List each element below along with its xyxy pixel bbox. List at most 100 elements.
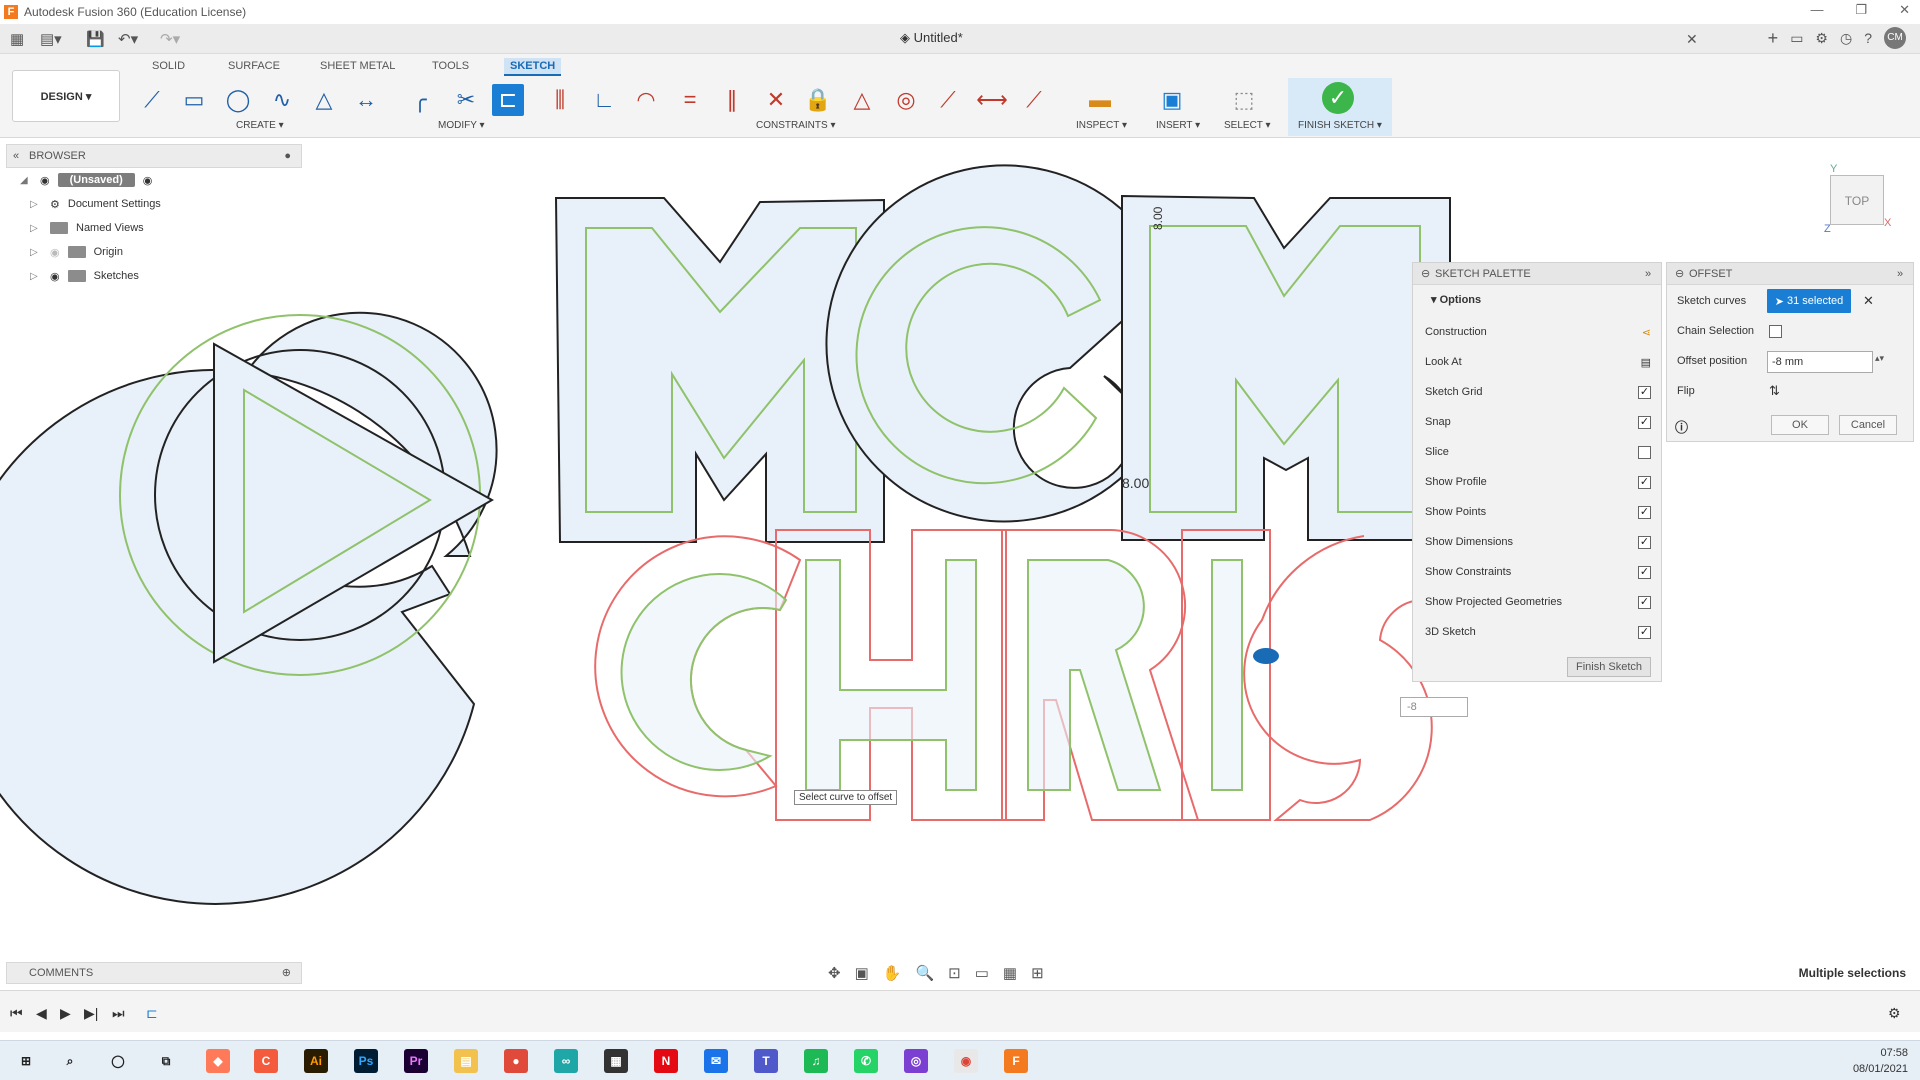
new-tab-icon[interactable]: +	[1768, 28, 1779, 49]
expand-triangle-icon[interactable]: ▷	[30, 271, 42, 282]
cortana-icon[interactable]: ◯	[106, 1049, 130, 1073]
browser-pin-icon[interactable]: ●	[284, 150, 291, 162]
sketch-palette-header[interactable]: ⊖ SKETCH PALETTE »	[1413, 263, 1661, 285]
options-section-toggle[interactable]: ▾ Options	[1413, 285, 1661, 313]
undo-icon[interactable]: ↶▾	[118, 30, 138, 48]
browser-item-named-views[interactable]: ▷ Named Views	[30, 218, 144, 238]
symmetry-icon[interactable]: △	[846, 84, 878, 116]
expand-triangle-icon[interactable]: ▷	[30, 223, 42, 234]
group-inspect[interactable]: INSPECT ▾	[1076, 120, 1127, 131]
illustrator-icon[interactable]: Ai	[304, 1049, 328, 1073]
concentric-icon[interactable]: ◎	[890, 84, 922, 116]
3d-sketch-checkbox[interactable]: ✓	[1638, 625, 1651, 639]
redo-icon[interactable]: ↷▾	[160, 30, 180, 48]
browser-collapse-icon[interactable]: «	[13, 150, 19, 162]
tab-tools[interactable]: TOOLS	[426, 58, 475, 74]
show-constraints-checkbox[interactable]: ✓	[1638, 565, 1651, 579]
tangent-icon[interactable]: ◠	[630, 84, 662, 116]
collapse-triangle-icon[interactable]: ◢	[20, 175, 32, 186]
perpendicular-icon[interactable]: ∟	[588, 84, 620, 116]
fusion-taskbar-icon[interactable]: F	[1004, 1049, 1028, 1073]
app-icon-3[interactable]: ●	[504, 1049, 528, 1073]
show-projected-checkbox[interactable]: ✓	[1638, 595, 1651, 609]
break-tool-icon[interactable]: ⫼	[544, 84, 576, 116]
group-finish-sketch[interactable]: FINISH SKETCH ▾	[1298, 120, 1382, 131]
pan-icon[interactable]: ✋	[883, 964, 902, 982]
sketch-curves-selection[interactable]: ➤ 31 selected	[1767, 289, 1851, 313]
windows-start-icon[interactable]: ⊞	[14, 1049, 38, 1073]
notifications-icon[interactable]: ◷	[1840, 30, 1852, 47]
fit-icon[interactable]: ⊡	[948, 964, 961, 982]
option-show-profile[interactable]: Show Profile ✓	[1425, 467, 1651, 497]
offset-position-input[interactable]	[1767, 351, 1873, 373]
visibility-eye-icon[interactable]: ◉	[40, 174, 50, 187]
group-create[interactable]: CREATE ▾	[236, 120, 284, 131]
finish-sketch-check-icon[interactable]: ✓	[1322, 82, 1354, 114]
spotify-icon[interactable]: ♫	[804, 1049, 828, 1073]
show-points-checkbox[interactable]: ✓	[1638, 505, 1651, 519]
fillet-tool-icon[interactable]: ╭	[404, 84, 436, 116]
step-back-icon[interactable]: ◀	[36, 1005, 47, 1022]
show-profile-checkbox[interactable]: ✓	[1638, 475, 1651, 489]
fix-icon[interactable]: 🔒	[802, 84, 834, 116]
insert-image-icon[interactable]: ▣	[1156, 84, 1188, 116]
browser-root-row[interactable]: ◢ ◉ (Unsaved) ◉	[20, 170, 152, 190]
select-icon[interactable]: ⬚	[1228, 84, 1260, 116]
app-icon-4[interactable]: ∞	[554, 1049, 578, 1073]
show-dimensions-checkbox[interactable]: ✓	[1638, 535, 1651, 549]
timeline-settings-gear-icon[interactable]: ⚙	[1888, 1005, 1901, 1022]
search-icon[interactable]: ⌕	[58, 1049, 82, 1073]
option-show-projected[interactable]: Show Projected Geometries ✓	[1425, 587, 1651, 617]
browser-panel-header[interactable]: « BROWSER ●	[6, 144, 302, 168]
orbit-icon[interactable]: ✥	[828, 964, 841, 982]
browser-item-origin[interactable]: ▷ ◉ Origin	[30, 242, 123, 262]
option-show-points[interactable]: Show Points ✓	[1425, 497, 1651, 527]
mirror-constraint-icon[interactable]: ⟷	[976, 84, 1008, 116]
group-insert[interactable]: INSERT ▾	[1156, 120, 1200, 131]
data-panel-grid-icon[interactable]: ▦	[10, 30, 24, 48]
teams-icon[interactable]: T	[754, 1049, 778, 1073]
dimension-label[interactable]: 8.00	[1122, 475, 1149, 491]
group-constraints[interactable]: CONSTRAINTS ▾	[756, 120, 835, 131]
whatsapp-icon[interactable]: ✆	[854, 1049, 878, 1073]
line-tool-icon[interactable]: ⟋	[136, 84, 168, 116]
app-icon-5[interactable]: ◎	[904, 1049, 928, 1073]
comments-add-icon[interactable]: ⊕	[282, 963, 291, 983]
info-icon[interactable]: ⓘ	[1675, 417, 1688, 436]
ok-button[interactable]: OK	[1771, 415, 1829, 435]
workspace-switcher[interactable]: DESIGN ▾	[12, 70, 120, 122]
tab-sketch[interactable]: SKETCH	[504, 58, 562, 76]
restore-icon[interactable]: ❐	[1855, 2, 1867, 18]
expand-triangle-icon[interactable]: ▷	[30, 199, 42, 210]
close-window-icon[interactable]: ✕	[1899, 2, 1910, 18]
option-look-at[interactable]: Look At ▤	[1425, 347, 1651, 377]
coincident-icon[interactable]: ✕	[760, 84, 792, 116]
construction-icon[interactable]: ⋖	[1642, 326, 1651, 339]
save-icon[interactable]: 💾	[86, 30, 105, 48]
mail-icon[interactable]: ✉	[704, 1049, 728, 1073]
letter-m-right[interactable]	[1121, 194, 1451, 541]
option-slice[interactable]: Slice	[1425, 437, 1651, 467]
chris-inner-curves[interactable]	[620, 559, 1243, 791]
app-icon-2[interactable]: C	[254, 1049, 278, 1073]
clear-selection-icon[interactable]: ✕	[1863, 293, 1874, 309]
flip-icon[interactable]: ⇅	[1769, 383, 1780, 399]
chrome-icon[interactable]: ◉	[954, 1049, 978, 1073]
store-icon[interactable]: ▦	[604, 1049, 628, 1073]
offset-dialog-header[interactable]: ⊖ OFFSET »	[1667, 263, 1913, 285]
viewcube[interactable]: TOP	[1830, 175, 1884, 225]
chain-selection-checkbox[interactable]	[1769, 325, 1782, 338]
offset-direction-handle[interactable]	[1253, 648, 1279, 664]
job-status-icon[interactable]: ▭	[1790, 30, 1803, 47]
activate-radio-icon[interactable]: ◉	[143, 174, 153, 187]
option-3d-sketch[interactable]: 3D Sketch ✓	[1425, 617, 1651, 647]
minimize-icon[interactable]: —	[1810, 2, 1823, 18]
option-construction[interactable]: Construction ⋖	[1425, 317, 1651, 347]
play-icon[interactable]: ▶	[60, 1005, 71, 1022]
sketch-grid-checkbox[interactable]: ✓	[1638, 385, 1651, 399]
spline-tool-icon[interactable]: ∿	[266, 84, 298, 116]
palette-minus-icon[interactable]: ⊖	[1421, 267, 1430, 280]
group-select[interactable]: SELECT ▾	[1224, 120, 1271, 131]
document-tab[interactable]: ◈ Untitled*	[900, 30, 963, 46]
option-snap[interactable]: Snap ✓	[1425, 407, 1651, 437]
